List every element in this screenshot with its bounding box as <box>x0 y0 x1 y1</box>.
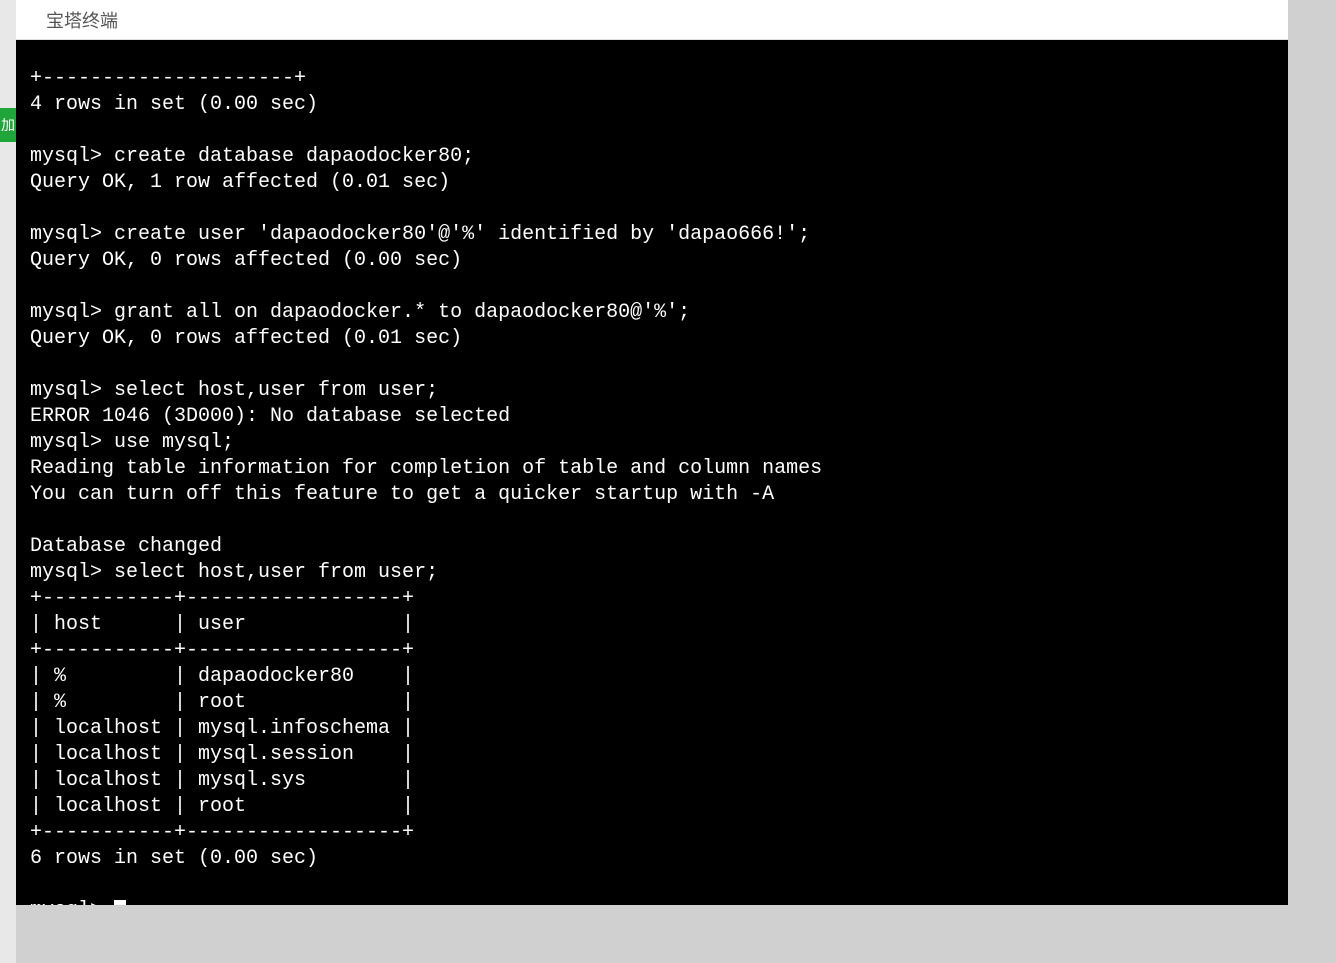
add-button-label: 加 <box>1 115 15 135</box>
terminal-line: +---------------------+ <box>30 67 306 90</box>
terminal-line: Reading table information for completion… <box>30 457 822 480</box>
terminal-line: Query OK, 0 rows affected (0.01 sec) <box>30 327 462 350</box>
terminal-line: Database changed <box>30 535 222 558</box>
terminal-line: | localhost | mysql.infoschema | <box>30 717 414 740</box>
terminal-window: 宝塔终端 +---------------------+ 4 rows in s… <box>16 0 1288 905</box>
terminal-title: 宝塔终端 <box>46 7 118 33</box>
terminal-line: 6 rows in set (0.00 sec) <box>30 847 318 870</box>
terminal-line: +-----------+------------------+ <box>30 639 414 662</box>
terminal-line: +-----------+------------------+ <box>30 587 414 610</box>
terminal-line: mysql> create database dapaodocker80; <box>30 145 474 168</box>
terminal-line: You can turn off this feature to get a q… <box>30 483 774 506</box>
add-button[interactable]: 加 <box>0 108 16 142</box>
terminal-line: ERROR 1046 (3D000): No database selected <box>30 405 510 428</box>
terminal-prompt: mysql> <box>30 898 114 905</box>
terminal-line: Query OK, 1 row affected (0.01 sec) <box>30 171 450 194</box>
terminal-line: 4 rows in set (0.00 sec) <box>30 93 318 116</box>
terminal-line: | localhost | root | <box>30 795 414 818</box>
terminal-body[interactable]: +---------------------+ 4 rows in set (0… <box>16 40 1288 905</box>
terminal-header: 宝塔终端 <box>16 0 1288 40</box>
cursor-icon <box>114 900 126 905</box>
terminal-line: mysql> create user 'dapaodocker80'@'%' i… <box>30 223 810 246</box>
terminal-line: | localhost | mysql.session | <box>30 743 414 766</box>
terminal-line: mysql> select host,user from user; <box>30 561 438 584</box>
terminal-line: | host | user | <box>30 613 414 636</box>
terminal-line: mysql> select host,user from user; <box>30 379 438 402</box>
terminal-line: +-----------+------------------+ <box>30 821 414 844</box>
background-sidebar <box>0 0 16 963</box>
terminal-line: | % | root | <box>30 691 414 714</box>
terminal-line: mysql> grant all on dapaodocker.* to dap… <box>30 301 690 324</box>
terminal-line: Query OK, 0 rows affected (0.00 sec) <box>30 249 462 272</box>
terminal-line: mysql> use mysql; <box>30 431 234 454</box>
terminal-line: | localhost | mysql.sys | <box>30 769 414 792</box>
terminal-line: | % | dapaodocker80 | <box>30 665 414 688</box>
terminal-prompt-line[interactable]: mysql> <box>30 898 1274 905</box>
